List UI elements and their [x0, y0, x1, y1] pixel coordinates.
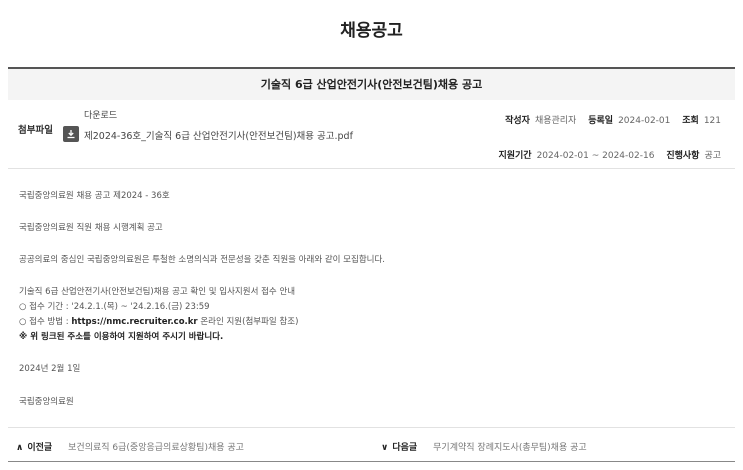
period-label: 지원기간 — [498, 151, 532, 161]
body-line: ○ 접수 기간 : '24.2.1.(목) ~ '24.2.16.(금) 23:… — [19, 302, 210, 312]
attachment-file-link[interactable]: 제2024-36호_기술직 6급 산업안전기사(안전보건팀)채용 공고.pdf — [84, 128, 353, 142]
next-post-label[interactable]: 다음글 — [392, 443, 417, 453]
apply-link[interactable]: https://nmc.recruiter.co.kr — [71, 317, 197, 327]
post-period-row: 지원기간 2024-02-01 ~ 2024-02-16 진행사항 공고 — [498, 148, 721, 161]
date-value: 2024-02-01 — [618, 116, 671, 126]
divider — [8, 461, 735, 462]
body-line-notice: ※ 위 링크된 주소를 이용하여 지원하여 주시기 바랍니다. — [19, 332, 224, 342]
period-value: 2024-02-01 ~ 2024-02-16 — [536, 151, 655, 161]
body-text-suffix: 온라인 지원(첨부파일 참조) — [197, 317, 299, 327]
download-label: 다운로드 — [84, 111, 118, 121]
body-line: 공공의료의 중심인 국립중앙의료원은 투철한 소명의식과 전문성을 갖춘 직원을… — [19, 255, 385, 265]
chevron-up-icon: ∧ — [16, 443, 24, 453]
prev-post-label[interactable]: 이전글 — [27, 443, 52, 453]
download-icon[interactable] — [63, 126, 79, 142]
author-value: 채용관리자 — [534, 116, 577, 126]
divider — [8, 168, 735, 169]
body-line: ○ 접수 방법 : https://nmc.recruiter.co.kr 온라… — [19, 316, 298, 329]
views-value: 121 — [703, 116, 721, 126]
next-post-title[interactable]: 무기계약직 장례지도사(총무팀)채용 공고 — [433, 443, 587, 453]
post-header: 기술직 6급 산업안전기사(안전보건팀)채용 공고 — [8, 67, 735, 100]
date-label: 등록일 — [588, 116, 614, 126]
body-line-date: 2024년 2월 1일 — [19, 364, 81, 374]
page-title: 채용공고 — [340, 21, 403, 41]
body-text-prefix: ○ 접수 방법 : — [19, 317, 72, 327]
body-line: 기술직 6급 산업안전기사(안전보건팀)채용 공고 확인 및 입사지원서 접수 … — [19, 287, 296, 297]
divider — [8, 427, 735, 428]
status-value: 공고 — [704, 151, 721, 161]
body-line: 국립중앙의료원 직원 채용 시행계획 공고 — [19, 223, 163, 233]
next-post-nav[interactable]: ∨ 다음글 무기계약직 장례지도사(총무팀)채용 공고 — [381, 440, 587, 453]
body-line-org: 국립중앙의료원 — [19, 397, 74, 407]
prev-post-title[interactable]: 보건의료직 6급(중앙응급의료상황팀)채용 공고 — [68, 443, 244, 453]
post-title: 기술직 6급 산업안전기사(안전보건팀)채용 공고 — [260, 78, 483, 91]
prev-post-nav[interactable]: ∧ 이전글 보건의료직 6급(중앙응급의료상황팀)채용 공고 — [16, 440, 244, 453]
author-label: 작성자 — [505, 116, 530, 126]
status-label: 진행사항 — [666, 151, 700, 161]
post-meta-row: 작성자 채용관리자 등록일 2024-02-01 조회 121 — [505, 113, 721, 126]
views-label: 조회 — [682, 116, 699, 126]
chevron-down-icon: ∨ — [381, 443, 389, 453]
attachment-label: 첨부파일 — [18, 125, 53, 136]
body-line: 국립중앙의료원 채용 공고 제2024 - 36호 — [19, 191, 170, 201]
